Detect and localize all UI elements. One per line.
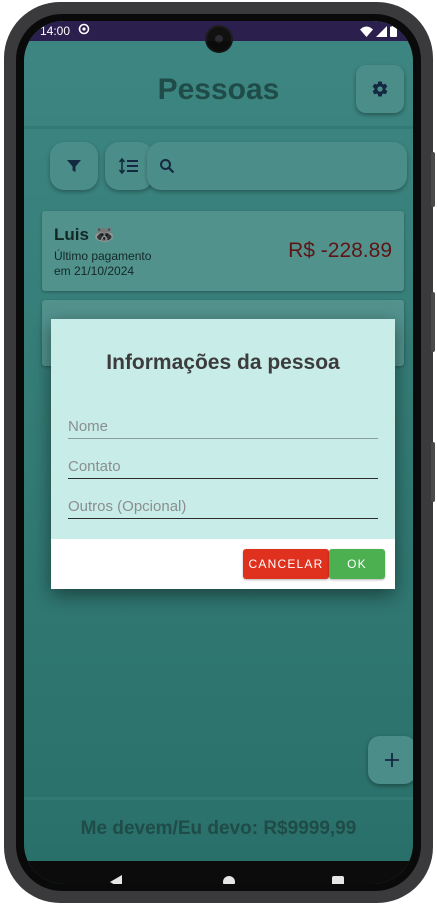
sync-icon (78, 23, 90, 35)
name-field[interactable] (68, 415, 378, 439)
volume-button (431, 442, 435, 502)
contact-field[interactable] (68, 455, 378, 479)
wifi-icon (360, 26, 373, 37)
status-icons (360, 25, 397, 37)
contact-input[interactable] (68, 455, 378, 477)
ok-button[interactable]: OK (329, 549, 385, 579)
phone-bezel: 14:00 Pessoas Luis 🦝 Último pagamento em… (16, 14, 421, 891)
dialog-body: Informações da pessoa (51, 319, 395, 539)
name-underline (68, 438, 378, 439)
power-button (431, 152, 435, 207)
cancel-button[interactable]: CANCELAR (243, 549, 329, 579)
dialog-actions: CANCELAR OK (51, 539, 395, 589)
nav-home-icon[interactable] (223, 876, 235, 884)
nav-back-icon[interactable] (110, 875, 122, 884)
volume-button (431, 292, 435, 352)
other-field[interactable] (68, 495, 378, 519)
nav-recents-icon[interactable] (332, 876, 344, 884)
system-nav-bar (24, 861, 413, 884)
person-info-dialog: Informações da pessoa CANCE (51, 319, 395, 589)
contact-underline (68, 478, 378, 479)
name-input[interactable] (68, 415, 378, 437)
signal-icon (376, 25, 387, 37)
other-underline (68, 518, 378, 519)
other-input[interactable] (68, 495, 378, 517)
dialog-title: Informações da pessoa (106, 351, 340, 374)
app-screen: 14:00 Pessoas Luis 🦝 Último pagamento em… (24, 21, 413, 884)
battery-icon (390, 25, 397, 37)
status-time: 14:00 (40, 24, 71, 38)
phone-frame: 14:00 Pessoas Luis 🦝 Último pagamento em… (4, 2, 435, 903)
